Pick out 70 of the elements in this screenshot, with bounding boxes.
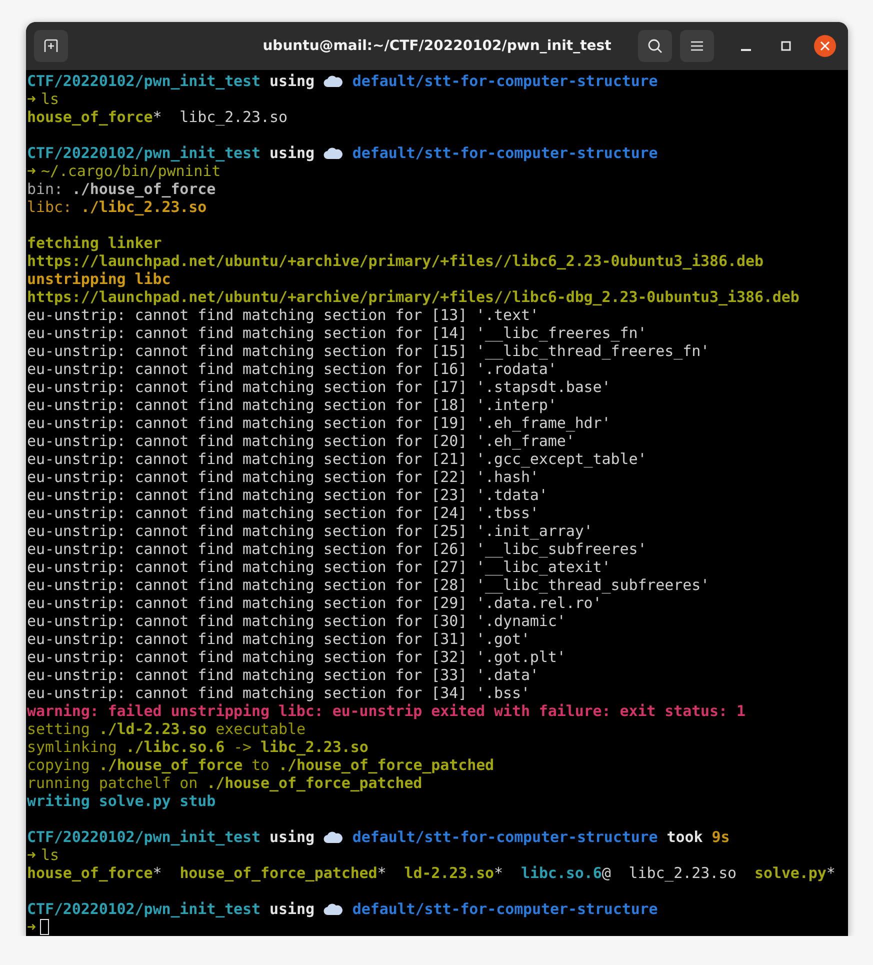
terminal-line: setting ./ld-2.23.so executable	[27, 720, 306, 738]
terminal-line: symlinking ./libc.so.6 -> libc_2.23.so	[27, 738, 368, 756]
terminal-line: eu-unstrip: cannot find matching section for [23] '.tdata'	[27, 486, 548, 504]
maximize-icon	[781, 41, 791, 51]
terminal-line: eu-unstrip: cannot find matching section for [29] '.data.rel.ro'	[27, 594, 602, 612]
close-button[interactable]	[814, 35, 836, 57]
window-title: ubuntu@mail:~/CTF/20220102/pwn_init_test	[262, 38, 612, 54]
terminal-line: eu-unstrip: cannot find matching section for [15] '__libc_thread_freeres_fn'	[27, 342, 710, 360]
prompt-path: CTF/20220102/pwn_init_test	[27, 72, 261, 90]
prompt-path: CTF/20220102/pwn_init_test	[27, 900, 261, 918]
terminal-line: fetching linker	[27, 234, 162, 252]
terminal-line: eu-unstrip: cannot find matching section for [20] '.eh_frame'	[27, 432, 575, 450]
prompt-keyword: took	[666, 828, 703, 846]
prompt-branch: default/stt-for-computer-structure	[352, 828, 658, 846]
cloud-icon	[323, 146, 344, 160]
prompt-path: CTF/20220102/pwn_init_test	[27, 828, 261, 846]
terminal-line: house_of_force* house_of_force_patched* ld-2.23.so* libc.so.6@ libc_2.23.so solve.py*	[27, 864, 836, 882]
terminal-line: eu-unstrip: cannot find matching section for [24] '.tbss'	[27, 504, 539, 522]
terminal-line: eu-unstrip: cannot find matching section for [31] '.got'	[27, 630, 530, 648]
terminal-line: eu-unstrip: cannot find matching section for [16] '.rodata'	[27, 360, 557, 378]
terminal-line: ➜ ~/.cargo/bin/pwninit	[27, 162, 221, 180]
terminal-line: copying ./house_of_force to ./house_of_force_patched	[27, 756, 494, 774]
terminal-line: unstripping libc	[27, 270, 171, 288]
terminal-line: eu-unstrip: cannot find matching section for [30] '.dynamic'	[27, 612, 566, 630]
prompt-branch: default/stt-for-computer-structure	[352, 900, 658, 918]
terminal-line: eu-unstrip: cannot find matching section for [14] '__libc_freeres_fn'	[27, 324, 647, 342]
terminal-line: bin: ./house_of_force	[27, 180, 216, 198]
terminal-line: warning: failed unstripping libc: eu-unstrip exited with failure: exit status: 1	[27, 702, 746, 720]
prompt-keyword: using	[270, 900, 314, 918]
new-tab-icon	[44, 39, 58, 53]
terminal-line: eu-unstrip: cannot find matching section for [26] '__libc_subfreeres'	[27, 540, 647, 558]
cloud-icon	[323, 74, 344, 88]
search-button[interactable]	[638, 30, 672, 62]
terminal-line: ➜ ls	[27, 90, 59, 108]
cursor	[40, 919, 49, 935]
terminal-line: writing solve.py stub	[27, 792, 216, 810]
terminal-line: eu-unstrip: cannot find matching section for [22] '.hash'	[27, 468, 539, 486]
terminal-line: running patchelf on ./house_of_force_patched	[27, 774, 422, 792]
terminal-line: eu-unstrip: cannot find matching section for [34] '.bss'	[27, 684, 530, 702]
prompt-keyword: using	[270, 828, 314, 846]
terminal-line: ➜ ls	[27, 846, 59, 864]
terminal-line: https://launchpad.net/ubuntu/+archive/primary/+files//libc6_2.23-0ubuntu3_i386.deb	[27, 252, 764, 270]
cloud-icon	[323, 830, 344, 844]
terminal-line: eu-unstrip: cannot find matching section for [17] '.stapsdt.base'	[27, 378, 611, 396]
cloud-icon	[323, 902, 344, 916]
search-icon	[647, 38, 663, 54]
terminal-line: eu-unstrip: cannot find matching section for [33] '.data'	[27, 666, 539, 684]
prompt-keyword: using	[270, 72, 314, 90]
prompt-branch: default/stt-for-computer-structure	[352, 72, 658, 90]
prompt-keyword: using	[270, 144, 314, 162]
terminal-line: eu-unstrip: cannot find matching section for [21] '.gcc_except_table'	[27, 450, 647, 468]
terminal-line: eu-unstrip: cannot find matching section for [18] '.interp'	[27, 396, 557, 414]
terminal-line: eu-unstrip: cannot find matching section for [19] '.eh_frame_hdr'	[27, 414, 611, 432]
menu-icon	[691, 41, 703, 51]
terminal-line: eu-unstrip: cannot find matching section for [13] '.text'	[27, 306, 539, 324]
terminal-line: libc: ./libc_2.23.so	[27, 198, 207, 216]
prompt-arrow: ➜	[27, 918, 36, 936]
prompt-path: CTF/20220102/pwn_init_test	[27, 144, 261, 162]
terminal-line: eu-unstrip: cannot find matching section for [32] '.got.plt'	[27, 648, 566, 666]
terminal-line: eu-unstrip: cannot find matching section for [28] '__libc_thread_subfreeres'	[27, 576, 710, 594]
terminal-line: eu-unstrip: cannot find matching section for [27] '__libc_atexit'	[27, 558, 611, 576]
menu-button[interactable]	[680, 30, 714, 62]
new-tab-button[interactable]	[34, 30, 68, 62]
prompt-branch: default/stt-for-computer-structure	[352, 144, 658, 162]
terminal-line: house_of_force* libc_2.23.so	[27, 108, 288, 126]
minimize-icon	[741, 49, 751, 51]
terminal-line: https://launchpad.net/ubuntu/+archive/primary/+files//libc6-dbg_2.23-0ubuntu3_i386.deb	[27, 288, 800, 306]
close-icon	[820, 41, 830, 51]
prompt-duration: 9s	[712, 828, 730, 846]
terminal-line: eu-unstrip: cannot find matching section for [25] '.init_array'	[27, 522, 593, 540]
